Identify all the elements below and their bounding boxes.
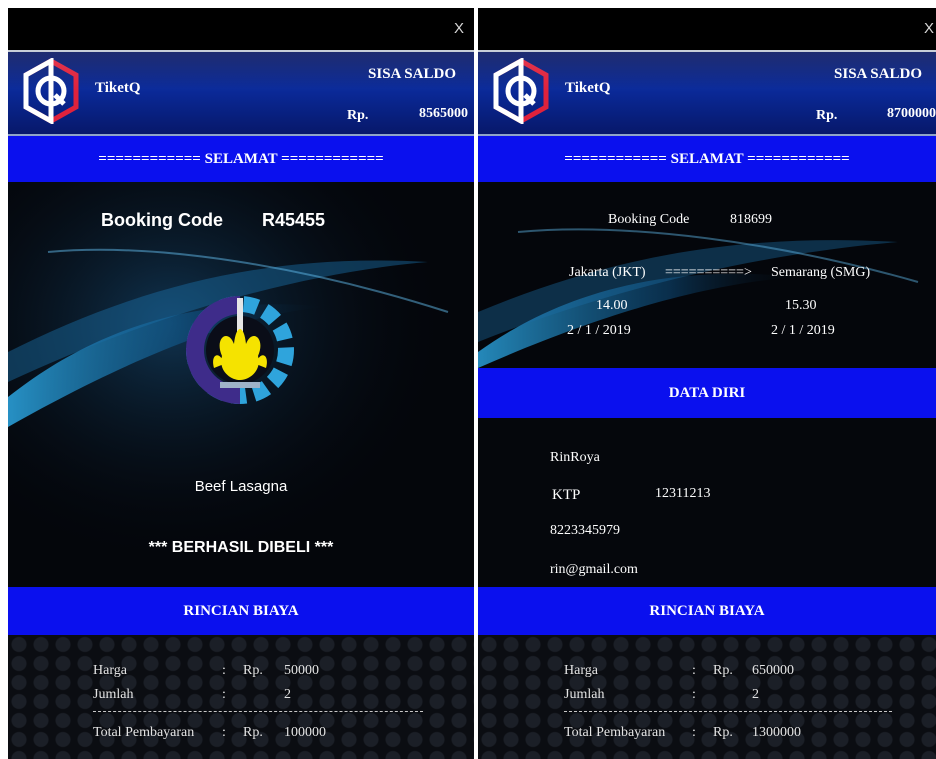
phone-number: 8223345979 <box>550 523 620 538</box>
passenger-name: RinRoya <box>550 450 600 465</box>
arrival-date: 2 / 1 / 2019 <box>771 323 835 338</box>
total-value: 100000 <box>284 725 326 740</box>
harga-value: 50000 <box>284 663 319 678</box>
destination-city: Semarang (SMG) <box>771 265 871 280</box>
saldo-title: SISA SALDO <box>834 66 922 82</box>
purchased-item: Beef Lasagna <box>194 478 288 495</box>
total-value: 1300000 <box>752 725 801 740</box>
its-emblem-icon <box>186 296 294 404</box>
title-bar: X <box>8 8 474 52</box>
receipt-window-food: X TiketQ SISA SALDO Rp. 8565000 ========… <box>8 8 474 759</box>
cost-section: Harga : Rp. 650000 Jumlah : 2 Total Pemb… <box>478 635 936 759</box>
booking-code-label: Booking Code <box>608 212 690 227</box>
email-address: rin@gmail.com <box>550 562 638 577</box>
cost-divider <box>564 711 892 712</box>
jumlah-value: 2 <box>752 687 759 702</box>
saldo-value: 8565000 <box>419 106 468 121</box>
cost-title-bar: RINCIAN BIAYA <box>478 587 936 635</box>
tiketq-logo-icon <box>23 58 79 124</box>
app-header: TiketQ SISA SALDO Rp. 8700000 <box>478 52 936 136</box>
jumlah-label: Jumlah <box>564 687 605 702</box>
jumlah-colon: : <box>222 687 226 702</box>
app-name: TiketQ <box>95 80 141 96</box>
harga-colon: : <box>222 663 226 678</box>
ktp-label: KTP <box>552 487 581 503</box>
booking-code-label: Booking Code <box>101 210 223 230</box>
close-button[interactable]: X <box>924 20 934 37</box>
total-label: Total Pembayaran <box>564 725 666 740</box>
receipt-window-ticket: X TiketQ SISA SALDO Rp. 8700000 ========… <box>478 8 936 759</box>
saldo-value: 8700000 <box>887 106 936 121</box>
booking-code-value: 818699 <box>730 212 772 227</box>
arrival-time: 15.30 <box>785 298 817 313</box>
close-button[interactable]: X <box>454 20 464 37</box>
content-background: Booking Code R45455 Beef Lasagna *** BER… <box>8 182 474 587</box>
harga-colon: : <box>692 663 696 678</box>
trip-background: Booking Code 818699 Jakarta (JKT) ======… <box>478 182 936 368</box>
saldo-currency: Rp. <box>347 108 369 123</box>
harga-label: Harga <box>564 663 598 678</box>
origin-city: Jakarta (JKT) <box>569 265 646 280</box>
harga-label: Harga <box>93 663 127 678</box>
greeting-bar: ============ SELAMAT ============ <box>478 136 936 182</box>
greeting-bar: ============ SELAMAT ============ <box>8 136 474 182</box>
harga-currency: Rp. <box>713 663 733 678</box>
purchase-status: *** BERHASIL DIBELI *** <box>148 539 334 556</box>
booking-code-value: R45455 <box>262 210 326 230</box>
saldo-title: SISA SALDO <box>368 66 456 82</box>
jumlah-label: Jumlah <box>93 687 134 702</box>
total-colon: : <box>692 725 696 740</box>
route-arrow: ==========> <box>665 265 752 280</box>
total-currency: Rp. <box>713 725 733 740</box>
total-colon: : <box>222 725 226 740</box>
total-currency: Rp. <box>243 725 263 740</box>
total-label: Total Pembayaran <box>93 725 195 740</box>
cost-divider <box>93 711 423 712</box>
title-bar: X <box>478 8 936 52</box>
harga-currency: Rp. <box>243 663 263 678</box>
personal-data-section: RinRoya KTP 12311213 8223345979 rin@gmai… <box>478 418 936 587</box>
cost-title-bar: RINCIAN BIAYA <box>8 587 474 635</box>
app-header: TiketQ SISA SALDO Rp. 8565000 <box>8 52 474 136</box>
personal-data-title-bar: DATA DIRI <box>478 368 936 418</box>
ktp-value: 12311213 <box>655 486 711 501</box>
jumlah-value: 2 <box>284 687 291 702</box>
departure-time: 14.00 <box>596 298 628 313</box>
tiketq-logo-icon <box>493 58 549 124</box>
cost-section: Harga : Rp. 50000 Jumlah : 2 Total Pemba… <box>8 635 474 759</box>
harga-value: 650000 <box>752 663 794 678</box>
app-name: TiketQ <box>565 80 611 96</box>
departure-date: 2 / 1 / 2019 <box>567 323 631 338</box>
jumlah-colon: : <box>692 687 696 702</box>
saldo-currency: Rp. <box>816 108 838 123</box>
